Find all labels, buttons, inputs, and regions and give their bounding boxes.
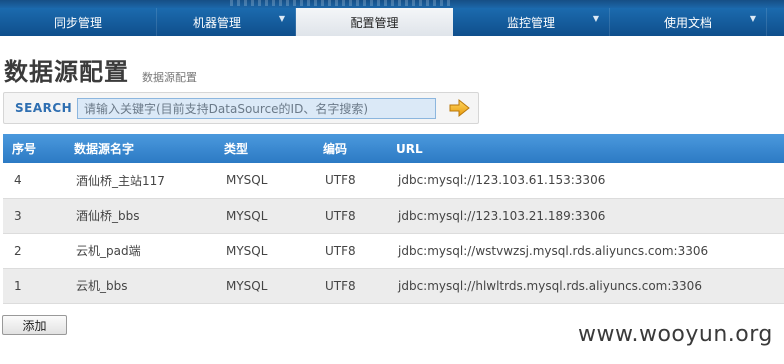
cell-encoding: UTF8 [314,198,387,234]
table-row: 4 酒仙桥_主站117 MYSQL UTF8 jdbc:mysql://123.… [3,163,784,199]
page-subtitle: 数据源配置 [142,71,197,84]
cell-name: 酒仙桥_主站117 [65,163,215,199]
table-header-row: 序号 数据源名字 类型 编码 URL [3,134,784,163]
tab-label: 监控管理 [506,15,555,30]
tab-sync-management[interactable]: 同步管理 [0,8,157,36]
header-url: URL [387,134,784,163]
tab-machine-management[interactable]: 机器管理 ▼ [139,8,296,36]
header-encoding: 编码 [314,134,387,163]
cell-encoding: UTF8 [314,163,387,199]
cell-encoding: UTF8 [314,268,387,304]
table-row: 1 云机_bbs MYSQL UTF8 jdbc:mysql://hlwltrd… [3,268,784,304]
cell-id: 3 [3,198,65,234]
arrow-right-icon [449,98,470,118]
cell-type: MYSQL [215,268,314,304]
page-title: 数据源配置 [4,58,129,86]
cell-type: MYSQL [215,198,314,234]
cell-url: jdbc:mysql://123.103.21.189:3306 [387,198,784,234]
search-bar: SEARCH [3,92,479,124]
search-button[interactable] [447,98,471,118]
cell-type: MYSQL [215,233,314,269]
caret-down-icon: ▼ [278,14,285,23]
cell-name: 酒仙桥_bbs [65,198,215,234]
nav-top-strip [0,0,784,8]
caret-down-icon: ▼ [592,14,599,23]
tab-label: 同步管理 [53,15,102,30]
cell-url: jdbc:mysql://123.103.61.153:3306 [387,163,784,199]
tab-label: 机器管理 [192,15,241,30]
tab-monitor-management[interactable]: 监控管理 ▼ [453,8,610,36]
cell-id: 4 [3,163,65,199]
tab-config-management[interactable]: 配置管理 [296,8,453,36]
header-id: 序号 [3,134,65,163]
search-label: SEARCH [15,101,73,115]
datasource-table: 序号 数据源名字 类型 编码 URL 4 酒仙桥_主站117 MYSQL UTF… [3,134,784,304]
tab-documentation[interactable]: 使用文档 ▼ [610,8,767,36]
table-row: 2 云机_pad端 MYSQL UTF8 jdbc:mysql://wstvwz… [3,233,784,269]
cell-encoding: UTF8 [314,233,387,269]
watermark: www.wooyun.org [578,322,773,347]
header-type: 类型 [215,134,314,163]
table-row: 3 酒仙桥_bbs MYSQL UTF8 jdbc:mysql://123.10… [3,198,784,234]
cell-url: jdbc:mysql://wstvwzsj.mysql.rds.aliyuncs… [387,233,784,269]
tab-label: 配置管理 [350,15,399,30]
nav-decoration [230,0,450,6]
tab-label: 使用文档 [663,15,712,30]
cell-url: jdbc:mysql://hlwltrds.mysql.rds.aliyuncs… [387,268,784,304]
top-navigation: 同步管理 机器管理 ▼ 配置管理 监控管理 ▼ 使用文档 ▼ [0,0,784,36]
cell-type: MYSQL [215,163,314,199]
search-input[interactable] [77,98,436,119]
add-button[interactable]: 添加 [2,315,67,335]
header-name: 数据源名字 [65,134,215,163]
caret-down-icon: ▼ [749,14,756,23]
cell-id: 2 [3,233,65,269]
cell-name: 云机_bbs [65,268,215,304]
cell-id: 1 [3,268,65,304]
cell-name: 云机_pad端 [65,233,215,269]
